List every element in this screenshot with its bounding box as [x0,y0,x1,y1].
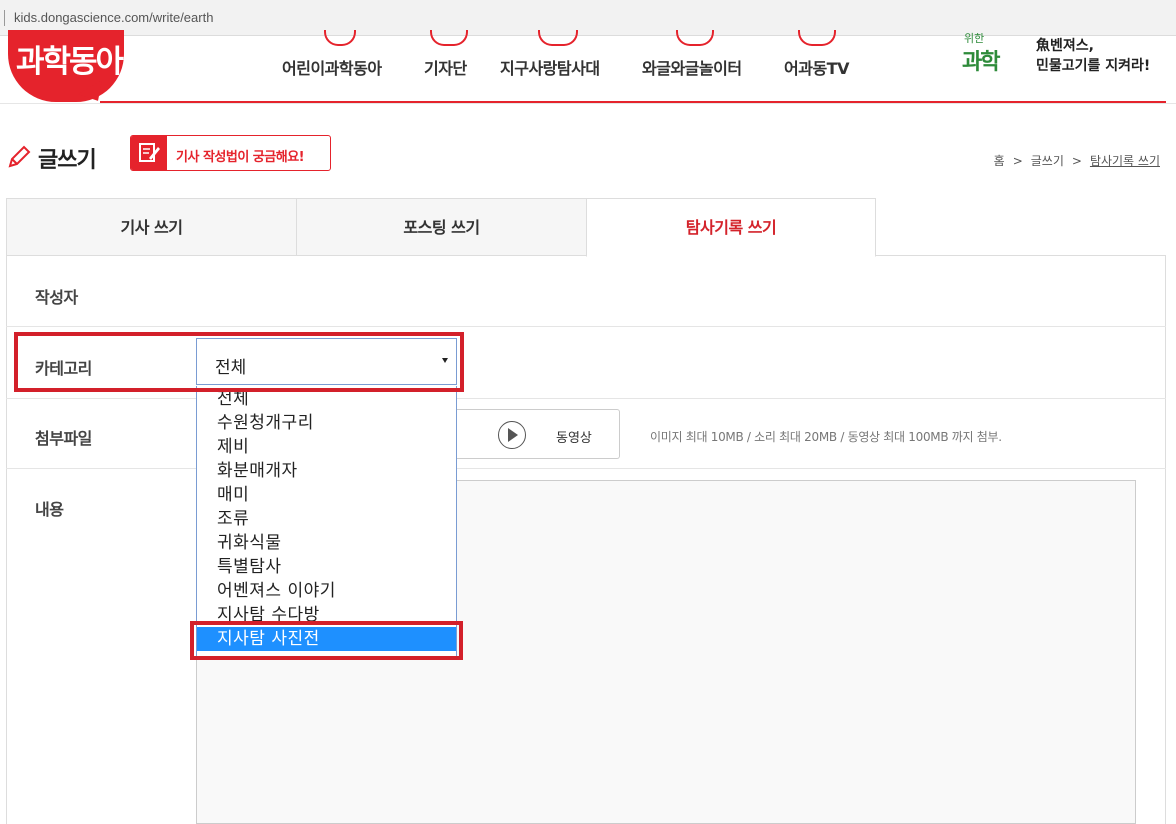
category-option[interactable]: 귀화식물 [197,531,456,555]
nav-icon-playground [676,30,714,46]
category-option[interactable]: 매미 [197,483,456,507]
nav-item-tv[interactable]: 어과동TV [784,55,849,79]
video-upload-label: 동영상 [556,431,592,446]
edit-note-icon [131,136,167,170]
category-option[interactable]: 제비 [197,435,456,459]
howto-button[interactable]: 기사 작성법이 궁금해요! [130,135,331,171]
nav-icon-reporter [430,30,468,46]
promo-line-1[interactable]: 魚벤져스, [1036,35,1094,55]
nav-icon-earth [538,30,578,46]
tab-exploration-record[interactable]: 탐사기록 쓰기 [586,198,876,257]
category-dropdown-list: 전체 수원청개구리 제비 화분매개자 매미 조류 귀화식물 특별탐사 어벤져스 … [196,386,457,658]
row-divider [6,326,1166,327]
row-divider [6,468,1166,469]
annotation-box-option [190,621,463,660]
tab-posting[interactable]: 포스팅 쓰기 [296,198,587,256]
page-title: 글쓰기 [38,148,97,173]
breadcrumb-home[interactable]: 홈 [994,154,1005,168]
row-divider [6,398,1166,399]
attachment-label: 첨부파일 [35,429,92,448]
howto-label: 기사 작성법이 궁금해요! [176,150,305,165]
annotation-box-category [14,332,464,392]
header-red-rule [100,101,1166,103]
breadcrumb: 홈 > 글쓰기 > 탐사기록 쓰기 [993,154,1160,168]
content-label: 내용 [35,500,64,519]
browser-address-bar[interactable]: kids.dongascience.com/write/earth [0,0,1176,36]
text-caret [4,10,5,26]
category-option[interactable]: 화분매개자 [197,459,456,483]
nav-icon-kids [324,30,356,46]
breadcrumb-current[interactable]: 탐사기록 쓰기 [1090,154,1160,168]
author-label: 작성자 [35,288,78,307]
category-option[interactable]: 수원청개구리 [197,411,456,435]
promo-badge[interactable]: 과학 [962,44,1001,76]
category-option[interactable]: 조류 [197,507,456,531]
nav-item-playground[interactable]: 와글와글놀이터 [642,55,742,79]
header-divider [0,103,1176,104]
upload-limit-note: 이미지 최대 10MB / 소리 최대 20MB / 동영상 최대 100MB … [650,430,1002,444]
nav-item-earth-explorers[interactable]: 지구사랑탐사대 [500,55,600,79]
breadcrumb-write[interactable]: 글쓰기 [1031,154,1064,168]
category-option[interactable]: 어벤져스 이야기 [197,579,456,603]
nav-item-reporters[interactable]: 기자단 [424,55,467,79]
logo-text: 과학동아 [16,44,124,80]
pencil-icon [8,145,31,168]
write-tabs: 기사 쓰기 포스팅 쓰기 탐사기록 쓰기 [6,198,1166,257]
nav-icon-tv [798,30,836,46]
promo-line-2[interactable]: 민물고기를 지켜라! [1036,55,1150,75]
url-text: kids.dongascience.com/write/earth [14,10,214,25]
video-upload-button[interactable]: 동영상 [456,409,620,460]
category-option[interactable]: 특별탐사 [197,555,456,579]
tab-article[interactable]: 기사 쓰기 [6,198,297,256]
play-icon [498,421,526,449]
nav-item-kids-science[interactable]: 어린이과학동아 [282,55,382,79]
